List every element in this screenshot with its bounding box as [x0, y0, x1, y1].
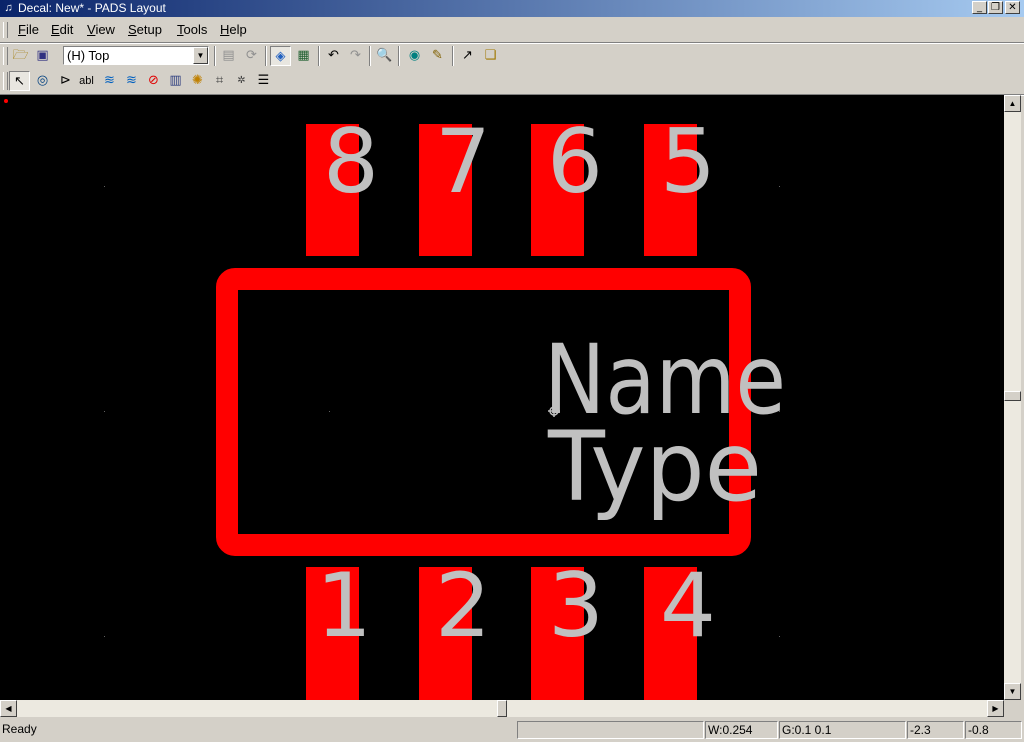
keepout-icon[interactable]: ⊘ [143, 71, 164, 91]
dxf-icon[interactable]: ✲ [231, 71, 252, 91]
2d-line-icon[interactable]: ▥ [165, 71, 186, 91]
restore-button[interactable]: ❐ [988, 1, 1003, 14]
toolbar-separator [398, 46, 400, 66]
menu-tools[interactable]: Tools [177, 22, 207, 38]
pin-number-2: 2 [435, 554, 491, 657]
status-x-coordinate: -2.3 [907, 721, 964, 739]
window-title: Decal: New* - PADS Layout [18, 1, 166, 15]
design-canvas[interactable]: 8 7 6 5 1 2 3 4 Name Type [0, 95, 1004, 700]
standard-toolbar-2: ▤ ⟳ ◈ ▦ ↶ ↷ 🔍 ◉ ✎ ↗ ❏ [212, 44, 512, 70]
scroll-left-icon[interactable]: ◀ [0, 700, 17, 717]
toolbar-grip [3, 72, 8, 90]
vertical-scrollbar[interactable]: ▲ ▼ [1004, 95, 1021, 700]
title-bar: ♫ Decal: New* - PADS Layout _ ❐ ✕ [0, 0, 1024, 17]
minimize-button[interactable]: _ [972, 1, 987, 14]
close-button[interactable]: ✕ [1005, 1, 1020, 14]
pin-number-8: 8 [323, 110, 379, 213]
drafting-toolbar: ↖ ◎ ⊳ abl ≋ ≋ ⊘ ▥ ✺ ⌗ ✲ ☰ [0, 69, 280, 95]
vertical-scroll-thumb[interactable] [1004, 391, 1021, 401]
open-folder-icon[interactable]: 🗁 [10, 46, 31, 66]
view-icon[interactable]: ◉ [404, 46, 425, 66]
layer-props-icon[interactable]: ▤ [218, 46, 239, 66]
pin-icon[interactable]: ⊳ [55, 71, 76, 91]
toolbar-separator [369, 46, 371, 66]
scroll-down-icon[interactable]: ▼ [1004, 683, 1021, 700]
layer-select[interactable]: (H) Top ▼ [63, 46, 209, 65]
zoom-icon[interactable]: 🔍 [374, 46, 395, 66]
pin-number-6: 6 [547, 110, 603, 213]
status-grid: G:0.1 0.1 [779, 721, 906, 739]
status-blank-pane [517, 721, 704, 739]
chevron-down-icon[interactable]: ▼ [193, 47, 208, 64]
refresh-icon[interactable]: ⟳ [241, 46, 262, 66]
export-icon[interactable]: ↗ [457, 46, 478, 66]
app-icon: ♫ [4, 2, 13, 14]
pin-number-5: 5 [660, 110, 716, 213]
display-colors-icon[interactable]: ◈ [270, 46, 291, 66]
menu-edit[interactable]: Edit [51, 22, 73, 38]
wizard-icon[interactable]: ⌗ [209, 71, 230, 91]
decal-drawing: 8 7 6 5 1 2 3 4 Name Type [4, 99, 786, 700]
windows-icon[interactable]: ❏ [480, 46, 501, 66]
explode-icon[interactable]: ✺ [187, 71, 208, 91]
terminal-icon[interactable]: ◎ [32, 71, 53, 91]
pin-number-4: 4 [660, 554, 716, 657]
status-bar: Ready W:0.254 G:0.1 0.1 -2.3 -0.8 [0, 719, 1024, 742]
toolbar-separator [318, 46, 320, 66]
menu-file[interactable]: File [18, 22, 39, 38]
properties-icon[interactable]: ☰ [253, 71, 274, 91]
menu-setup[interactable]: Setup [128, 22, 162, 38]
text-ab-icon[interactable]: abl [76, 71, 97, 91]
highlight-icon[interactable]: ✎ [427, 46, 448, 66]
type-label[interactable]: Type [547, 411, 762, 523]
redo-icon[interactable]: ↷ [345, 46, 366, 66]
toolbar-separator [214, 46, 216, 66]
menu-bar: File Edit View Setup Tools Help [0, 18, 1024, 42]
pin-number-7: 7 [435, 110, 491, 213]
origin-marker [4, 99, 8, 103]
horizontal-scroll-thumb[interactable] [497, 700, 507, 717]
copper-cutout-icon[interactable]: ≋ [121, 71, 142, 91]
scroll-corner [1004, 700, 1024, 717]
copper-icon[interactable]: ≋ [99, 71, 120, 91]
toolbar-grip [3, 47, 8, 65]
drafting-icon[interactable]: ▦ [293, 46, 314, 66]
layer-select-value: (H) Top [67, 48, 110, 63]
menu-grip [3, 22, 8, 38]
select-arrow-icon[interactable]: ↖ [9, 71, 30, 91]
undo-icon[interactable]: ↶ [323, 46, 344, 66]
status-y-coordinate: -0.8 [965, 721, 1022, 739]
menu-help[interactable]: Help [220, 22, 247, 38]
toolbar-separator [265, 46, 267, 66]
pin-number-3: 3 [548, 554, 604, 657]
toolbar-separator [452, 46, 454, 66]
horizontal-scrollbar[interactable]: ◀ ▶ [0, 700, 1004, 717]
status-width: W:0.254 [705, 721, 778, 739]
scroll-up-icon[interactable]: ▲ [1004, 95, 1021, 112]
status-message: Ready [2, 722, 37, 736]
scroll-right-icon[interactable]: ▶ [987, 700, 1004, 717]
menu-view[interactable]: View [87, 22, 115, 38]
pin-number-1: 1 [316, 554, 372, 657]
save-icon[interactable]: ▣ [32, 46, 53, 66]
